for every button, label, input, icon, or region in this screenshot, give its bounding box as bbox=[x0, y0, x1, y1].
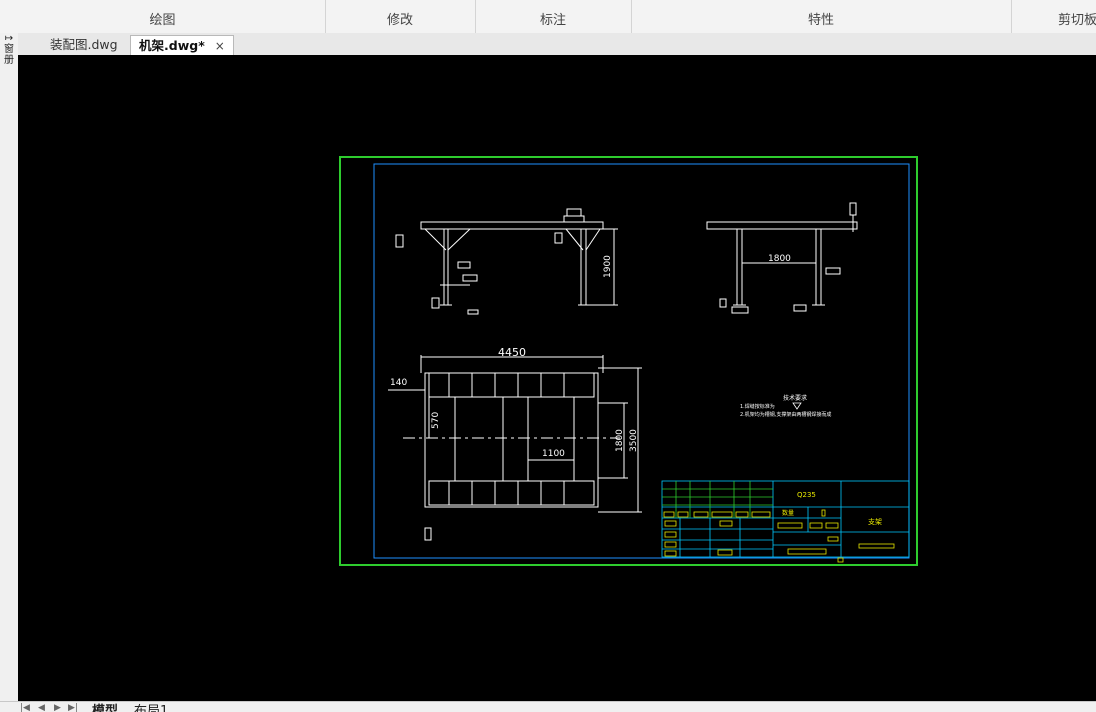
ribbon: 绘图 修改 标注 特性 剪切板 bbox=[0, 0, 1096, 34]
dim-1800-side: 1800 bbox=[768, 254, 791, 264]
grip-marker bbox=[837, 557, 844, 563]
ribbon-group-properties[interactable]: 特性 bbox=[631, 0, 1012, 33]
dim-1800-top: 1800 bbox=[615, 429, 625, 452]
toolbar-icon[interactable]: 册 bbox=[0, 55, 18, 66]
dim-4450: 4450 bbox=[498, 346, 526, 359]
quantity-label: 数量 bbox=[782, 509, 794, 517]
dim-1100: 1100 bbox=[542, 449, 565, 459]
tab-frame[interactable]: 机架.dwg* × bbox=[130, 35, 234, 56]
tab-model[interactable]: 模型 bbox=[92, 702, 118, 712]
sheet-border bbox=[339, 156, 918, 566]
close-icon[interactable]: × bbox=[215, 39, 225, 53]
notes-line1: 1.焊缝按标准为 bbox=[740, 403, 775, 410]
drawing-canvas[interactable]: 1900 1800 4450 140 570 1100 1800 3500 技术… bbox=[18, 55, 1096, 701]
ribbon-label-clipboard: 剪切板 bbox=[1058, 13, 1096, 28]
notes-title: 技术要求 bbox=[783, 394, 807, 402]
ribbon-group-draw[interactable]: 绘图 bbox=[0, 0, 326, 33]
tab-assembly[interactable]: 装配图.dwg bbox=[42, 35, 126, 55]
drawing-name: 支架 bbox=[868, 517, 882, 526]
ribbon-group-annotate[interactable]: 标注 bbox=[475, 0, 632, 33]
tab-layout1[interactable]: 布局1 bbox=[134, 702, 168, 712]
ribbon-group-clipboard[interactable]: 剪切板 bbox=[1011, 0, 1096, 33]
tab-label: 机架.dwg* bbox=[139, 38, 205, 53]
weld-symbol-icon bbox=[792, 402, 802, 410]
revision-table bbox=[662, 481, 773, 518]
toolbar-icon[interactable]: ↦ bbox=[0, 33, 18, 44]
layout-tabbar: |◀ ◀ ▶ ▶| 模型 布局1 bbox=[0, 701, 1096, 712]
document-tabbar: 装配图.dwg 机架.dwg* × bbox=[18, 33, 1096, 56]
front-view bbox=[395, 208, 618, 315]
drawing-svg: 1900 1800 4450 140 570 1100 1800 3500 技术… bbox=[339, 156, 918, 566]
material-label: Q235 bbox=[797, 491, 816, 499]
top-view bbox=[388, 355, 642, 541]
ribbon-label-modify: 修改 bbox=[386, 13, 413, 28]
ribbon-group-modify[interactable]: 修改 bbox=[325, 0, 476, 33]
notes-line2: 2.机架均为槽钢,支撑架由两槽钢焊接而成 bbox=[740, 411, 831, 418]
ribbon-label-draw: 绘图 bbox=[149, 13, 176, 28]
dim-3500: 3500 bbox=[629, 429, 639, 452]
toolbar-icon[interactable]: 窗 bbox=[0, 44, 18, 55]
ribbon-label-properties: 特性 bbox=[807, 13, 834, 28]
left-toolbar: ↦ 窗 册 bbox=[0, 33, 19, 701]
dim-570: 570 bbox=[431, 412, 441, 429]
dim-140: 140 bbox=[390, 378, 407, 388]
dim-1900: 1900 bbox=[603, 255, 613, 278]
drawing-frame bbox=[373, 163, 910, 559]
ribbon-label-annotate: 标注 bbox=[539, 13, 566, 28]
tab-label: 装配图.dwg bbox=[50, 37, 118, 52]
